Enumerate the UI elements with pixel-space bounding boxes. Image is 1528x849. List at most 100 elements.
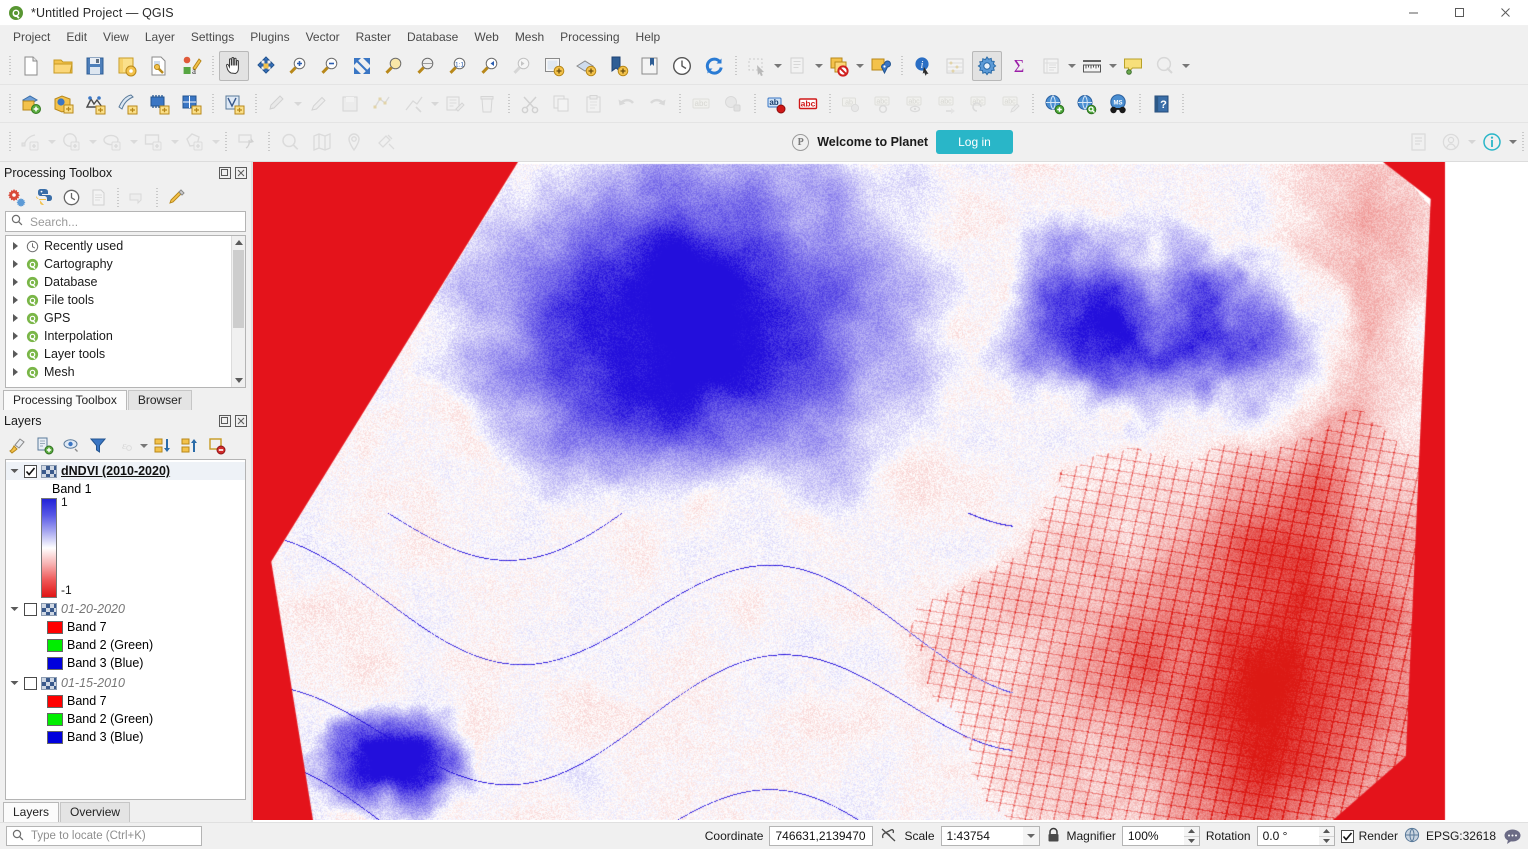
save-project-as-icon[interactable]: [112, 51, 142, 81]
expand-arrow-icon[interactable]: [10, 260, 21, 268]
processing-search-input[interactable]: [28, 213, 240, 230]
change-label-position-icon[interactable]: abc: [932, 89, 962, 119]
menu-edit[interactable]: Edit: [58, 28, 95, 46]
rotation-value[interactable]: 0.0 °: [1256, 826, 1319, 846]
label-toolbar-icon[interactable]: abc: [686, 89, 716, 119]
collapse-all-icon[interactable]: [176, 434, 202, 457]
chevron-down-icon[interactable]: [1467, 127, 1476, 157]
osm-map-icon[interactable]: [307, 127, 337, 157]
add-point-feature-icon[interactable]: [16, 127, 46, 157]
spin-down-arrow-icon[interactable]: [1183, 836, 1199, 845]
save-project-icon[interactable]: [80, 51, 110, 81]
menu-processing[interactable]: Processing: [552, 28, 627, 46]
add-circle-feature-icon[interactable]: [57, 127, 87, 157]
expand-arrow-icon[interactable]: [10, 296, 21, 304]
add-wms-layer-icon[interactable]: [1039, 89, 1069, 119]
tab-browser[interactable]: Browser: [127, 390, 192, 410]
lock-icon[interactable]: [1046, 827, 1061, 846]
copy-features-icon[interactable]: [547, 89, 577, 119]
processing-toolbox-icon[interactable]: [972, 50, 1002, 81]
messages-icon[interactable]: [1502, 826, 1522, 846]
trim-extend-feature-icon[interactable]: [232, 127, 262, 157]
models-icon[interactable]: [4, 186, 30, 209]
new-bookmark-icon[interactable]: [603, 51, 633, 81]
menu-plugins[interactable]: Plugins: [242, 28, 297, 46]
search-geometry-icon[interactable]: [275, 127, 305, 157]
new-map-view-icon[interactable]: [539, 51, 569, 81]
minimize-button[interactable]: [1390, 0, 1436, 26]
layer-visibility-checkbox-2020[interactable]: [24, 602, 37, 616]
expand-all-icon[interactable]: [149, 434, 175, 457]
scale-combo[interactable]: 1:43754: [940, 826, 1040, 846]
add-raster-layer-icon[interactable]: [80, 89, 110, 119]
cut-features-icon[interactable]: [515, 89, 545, 119]
processing-group-gps[interactable]: GPS: [6, 309, 231, 327]
chevron-down-icon[interactable]: [139, 431, 148, 461]
move-label-icon[interactable]: ab: [836, 89, 866, 119]
magnifier-value[interactable]: 100%: [1121, 826, 1184, 846]
zoom-full-icon[interactable]: [347, 51, 377, 81]
identify-features-icon[interactable]: i: [908, 51, 938, 81]
float-panel-icon[interactable]: [218, 415, 231, 428]
chevron-down-icon[interactable]: [170, 127, 179, 157]
float-panel-icon[interactable]: [218, 167, 231, 180]
chevron-down-icon[interactable]: [88, 127, 97, 157]
rotate-label-back-icon[interactable]: abc: [964, 89, 994, 119]
scale-dropdown-arrow-icon[interactable]: [1022, 826, 1040, 846]
menu-web[interactable]: Web: [466, 28, 506, 46]
layer-row-2020[interactable]: 01-20-2020: [6, 600, 245, 618]
save-layer-edits-icon[interactable]: [335, 89, 365, 119]
close-panel-icon[interactable]: [234, 167, 247, 180]
rotation-spinbox[interactable]: 0.0 °: [1256, 826, 1335, 846]
chevron-down-icon[interactable]: [1181, 51, 1190, 81]
chevron-down-icon[interactable]: [293, 89, 302, 119]
zoom-to-selection-icon[interactable]: [379, 51, 409, 81]
menu-mesh[interactable]: Mesh: [507, 28, 552, 46]
scripts-icon[interactable]: [31, 186, 57, 209]
globe-icon[interactable]: [1404, 827, 1420, 846]
add-mesh-layer-icon[interactable]: [112, 89, 142, 119]
render-checkbox[interactable]: [1340, 829, 1354, 843]
chevron-down-icon[interactable]: [211, 127, 220, 157]
menu-database[interactable]: Database: [399, 28, 466, 46]
chevron-down-icon[interactable]: [814, 51, 823, 81]
metasearch-icon[interactable]: MS: [1103, 89, 1133, 119]
zoom-next-icon[interactable]: [507, 51, 537, 81]
processing-group-interpolation[interactable]: Interpolation: [6, 327, 231, 345]
zoom-native-resolution-icon[interactable]: 1:1: [443, 51, 473, 81]
render-toggle[interactable]: Render: [1340, 829, 1398, 843]
pan-to-selection-icon[interactable]: [251, 51, 281, 81]
open-project-icon[interactable]: [48, 51, 78, 81]
coordinate-field[interactable]: 746631,2139470: [769, 826, 874, 846]
help-contents-icon[interactable]: ?: [1146, 89, 1176, 119]
spatial-bookmarks-icon[interactable]: [1150, 51, 1180, 81]
tab-processing-toolbox[interactable]: Processing Toolbox: [3, 390, 127, 410]
delete-selected-icon[interactable]: [472, 89, 502, 119]
tab-overview[interactable]: Overview: [60, 802, 131, 822]
history-icon[interactable]: [58, 186, 84, 209]
select-by-location-icon[interactable]: [865, 51, 895, 81]
highlight-pinned-labels-icon[interactable]: ab: [761, 89, 791, 119]
refresh-icon[interactable]: [699, 51, 729, 81]
current-edits-icon[interactable]: [262, 89, 292, 119]
maximize-button[interactable]: [1436, 0, 1482, 26]
new-project-icon[interactable]: [16, 51, 46, 81]
add-group-icon[interactable]: [31, 434, 57, 457]
scroll-down-arrow-icon[interactable]: [231, 374, 245, 387]
menu-project[interactable]: Project: [5, 28, 58, 46]
layer-visibility-checkbox-dndvi[interactable]: [24, 464, 37, 478]
expand-arrow-icon[interactable]: [10, 278, 21, 286]
chevron-down-icon[interactable]: [855, 51, 864, 81]
processing-tree-scrollbar[interactable]: [231, 236, 245, 387]
map-canvas-container[interactable]: [253, 162, 1528, 822]
collapse-arrow-icon[interactable]: [9, 605, 20, 613]
layer-row-2010[interactable]: 01-15-2010: [6, 674, 245, 692]
statistical-summary-icon[interactable]: [940, 51, 970, 81]
expand-arrow-icon[interactable]: [10, 332, 21, 340]
open-layer-styling-panel-icon[interactable]: [4, 434, 30, 457]
add-virtual-layer-icon[interactable]: [219, 89, 249, 119]
undo-icon[interactable]: [611, 89, 641, 119]
vertex-tool-icon[interactable]: [367, 89, 397, 119]
menu-raster[interactable]: Raster: [348, 28, 399, 46]
locator-input[interactable]: [29, 829, 196, 843]
